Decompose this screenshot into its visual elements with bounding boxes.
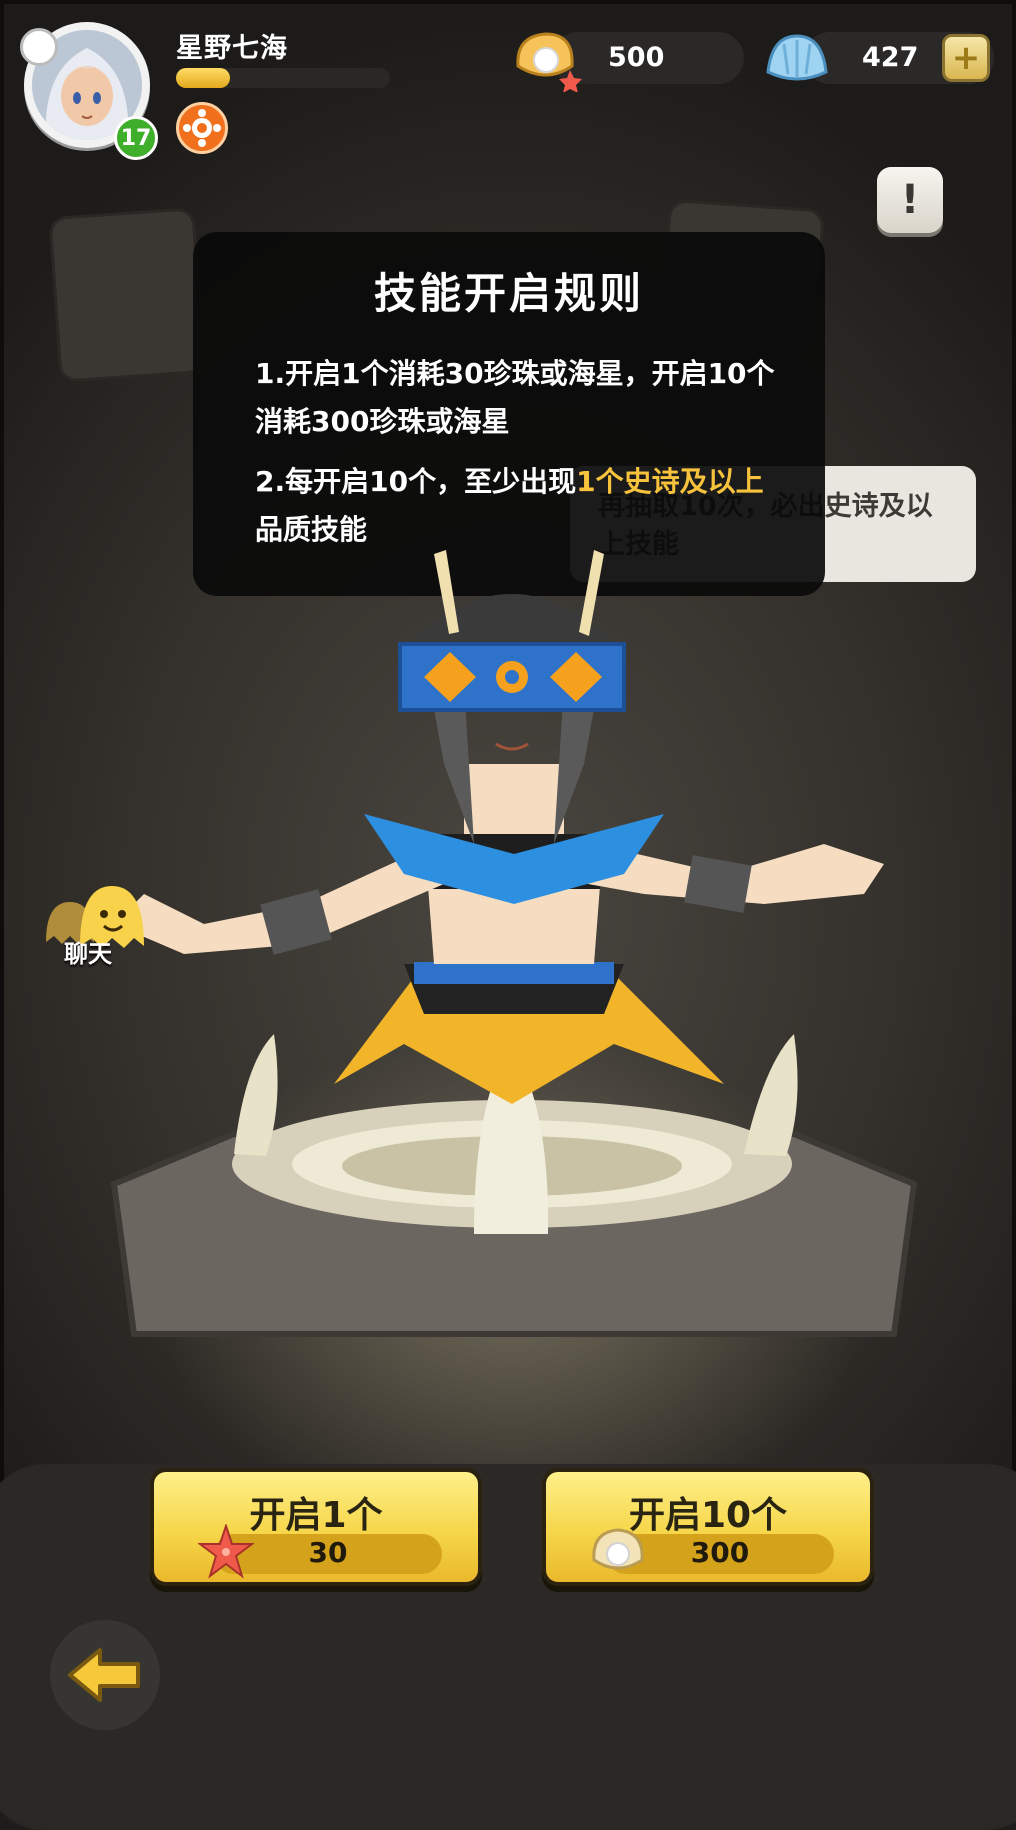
info-button[interactable]: !	[877, 167, 943, 233]
back-arrow-icon	[68, 1648, 140, 1702]
rule-2: 2.每开启10个，至少出现1个史诗及以上品质技能	[255, 458, 775, 554]
open-ten-button[interactable]: 开启10个 300	[542, 1468, 874, 1586]
add-currency-button[interactable]: +	[942, 34, 990, 82]
rule-2-suffix: 品质技能	[255, 513, 368, 546]
open-one-button[interactable]: 开启1个 30	[150, 1468, 482, 1586]
hero-character-on-pedestal	[110, 550, 918, 1337]
rule-1: 1.开启1个消耗30珍珠或海星，开启10个消耗300珍珠或海星	[255, 357, 775, 438]
shell-count: 427	[862, 42, 919, 73]
starfish-icon	[197, 1522, 255, 1580]
background-block	[48, 207, 206, 383]
back-button[interactable]	[50, 1620, 160, 1730]
xp-bar	[176, 68, 390, 88]
player-name: 星野七海	[176, 33, 288, 64]
xp-bar-fill	[176, 68, 230, 88]
rule-2-highlight: 1个史诗及以上	[576, 465, 764, 498]
rules-title: 技能开启规则	[373, 269, 644, 318]
settings-gear-icon[interactable]	[20, 28, 58, 66]
chat-label[interactable]: 聊天	[64, 934, 112, 969]
rule-2-prefix: 2.每开启10个，至少出现	[255, 465, 577, 498]
pearl-icon	[512, 26, 586, 93]
pearl-icon	[590, 1524, 646, 1580]
rules-panel: 技能开启规则 1.开启1个消耗30珍珠或海星，开启10个消耗300珍珠或海星 2…	[193, 232, 825, 596]
shell-icon	[764, 30, 830, 88]
game-scene: 17 星野七海 500 427 + ! 再抽取10次，必出史诗及以上技能 技	[0, 0, 1016, 1830]
pearl-count: 500	[608, 42, 665, 73]
level-badge: 17	[114, 116, 158, 160]
achievement-badge-icon[interactable]	[176, 102, 228, 154]
